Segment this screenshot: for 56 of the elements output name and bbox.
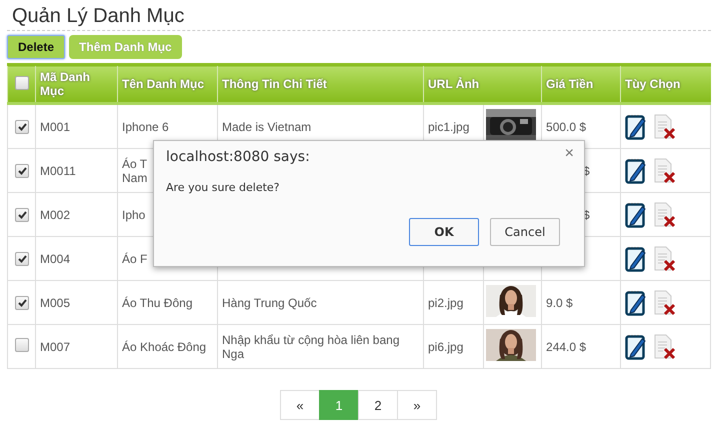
- column-header: Mã Danh Mục: [40, 70, 90, 98]
- dialog-message: Are you sure delete?: [166, 181, 280, 194]
- table-cell: M001: [40, 120, 70, 134]
- table-cell: 244.0 $: [546, 340, 586, 354]
- page-button[interactable]: »: [397, 390, 437, 420]
- table-cell: Made is Vietnam: [222, 120, 312, 134]
- table-cell: 500.0 $: [546, 120, 586, 134]
- column-header: Thông Tin Chi Tiết: [222, 77, 327, 91]
- edit-icon[interactable]: [625, 114, 648, 140]
- ok-button[interactable]: OK: [409, 218, 479, 246]
- table-cell: M002: [40, 208, 70, 222]
- page-button[interactable]: «: [280, 390, 320, 420]
- edit-icon[interactable]: [625, 290, 648, 316]
- table-cell: 9.0 $: [546, 296, 573, 310]
- delete-document-icon[interactable]: [653, 246, 678, 272]
- edit-icon[interactable]: [625, 246, 648, 272]
- delete-document-icon[interactable]: [653, 158, 678, 184]
- table-cell: pic1.jpg: [428, 120, 470, 134]
- delete-button[interactable]: Delete: [7, 35, 66, 59]
- checkbox[interactable]: [15, 120, 29, 134]
- checkbox[interactable]: [15, 76, 29, 90]
- table-cell: M004: [40, 252, 70, 266]
- table-cell: M007: [40, 340, 70, 354]
- table-cell: Áo T Nam: [122, 156, 148, 184]
- checkbox[interactable]: [15, 296, 29, 310]
- column-header: URL Ảnh: [428, 77, 480, 91]
- checkbox[interactable]: [15, 338, 29, 352]
- dialog-title: localhost:8080 says:: [166, 149, 310, 165]
- page-title: Quản Lý Danh Mục: [12, 4, 186, 28]
- column-header: Tên Danh Mục: [122, 77, 204, 91]
- edit-icon[interactable]: [625, 334, 648, 360]
- table-cell: pi2.jpg: [428, 296, 464, 310]
- table-cell: pi6.jpg: [428, 340, 464, 354]
- edit-icon[interactable]: [625, 202, 648, 228]
- column-header: Giá Tiền: [546, 77, 594, 91]
- column-header: Tùy Chọn: [625, 77, 680, 91]
- table-cell: Áo Khoác Đông: [122, 340, 206, 354]
- delete-document-icon[interactable]: [653, 202, 678, 228]
- checkbox[interactable]: [15, 164, 29, 178]
- table-cell: M005: [40, 296, 70, 310]
- checkbox[interactable]: [15, 208, 29, 222]
- table-cell: Hàng Trung Quốc: [222, 296, 317, 310]
- delete-document-icon[interactable]: [653, 114, 678, 140]
- delete-document-icon[interactable]: [653, 334, 678, 360]
- table-cell: Iphone 6: [122, 120, 169, 134]
- close-button[interactable]: ×: [564, 145, 574, 163]
- table-cell: Ipho: [122, 208, 146, 222]
- table-cell: Áo F: [122, 252, 148, 266]
- page-button[interactable]: 2: [358, 390, 398, 420]
- table-cell: Áo Thu Đông: [122, 296, 192, 310]
- delete-document-icon[interactable]: [653, 290, 678, 316]
- checkbox[interactable]: [15, 252, 29, 266]
- table-cell: M0011: [40, 164, 76, 178]
- edit-icon[interactable]: [625, 158, 648, 184]
- table-cell: Nhập khẩu từ cộng hòa liên bang Nga: [222, 332, 400, 360]
- cancel-button[interactable]: Cancel: [490, 218, 560, 246]
